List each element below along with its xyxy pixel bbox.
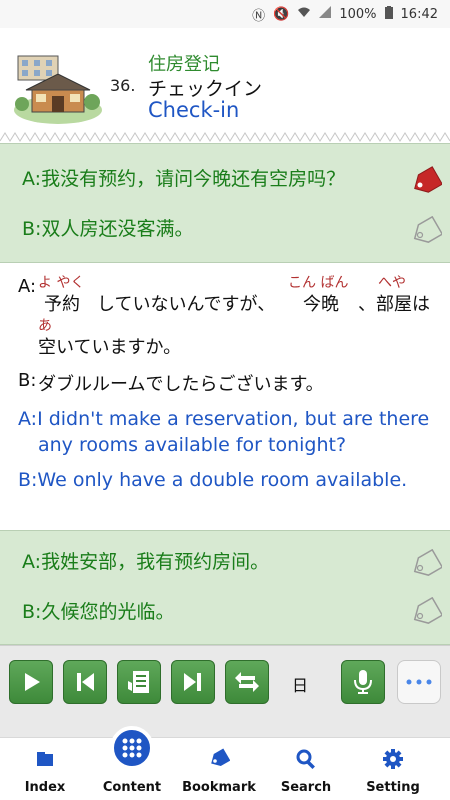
lesson-title-chinese: 住房登记	[148, 54, 220, 75]
record-button[interactable]	[341, 660, 385, 704]
dialog-line-a[interactable]: A:我没有预约，请问今晚还有空房吗？	[22, 164, 345, 191]
nav-label: Search	[280, 780, 332, 795]
jp-word-heya: 、部屋は	[358, 294, 430, 315]
lesson-title-japanese: チェックイン	[148, 78, 263, 100]
dialog-block-previous: A:我没有预约，请问今晚还有空房吗？ B:双人房还没客满。	[0, 143, 450, 263]
jp-word-konban: 今晩	[303, 294, 339, 315]
signal-icon	[319, 6, 332, 22]
nfc-icon: Ⓝ	[252, 8, 266, 24]
nav-index[interactable]: Index	[0, 738, 90, 800]
nav-search[interactable]: Search	[261, 738, 351, 800]
microphone-icon	[354, 670, 372, 694]
next-button[interactable]	[171, 660, 215, 704]
speaker-label-a: A:	[18, 276, 37, 297]
jp-sentence-b: ダブルルームでしたらございます。	[38, 374, 324, 395]
header-divider	[0, 132, 450, 142]
clock: 16:42	[400, 6, 438, 22]
dialog-block-next: A:我姓安部，我有预约房间。 B:久候您的光临。	[0, 530, 450, 645]
english-translation-a: A:I didn't make a reservation, but are t…	[18, 408, 430, 456]
sentence-text: 我姓安部，我有预约房间。	[41, 551, 270, 573]
dialog-line-b[interactable]: B:双人房还没客满。	[22, 214, 193, 241]
lesson-number: 36.	[110, 76, 136, 95]
more-dots-icon	[406, 679, 432, 685]
speaker-label: B:	[22, 218, 42, 240]
playback-controls: 日	[0, 645, 450, 737]
speaker-label-b: B:	[18, 370, 37, 391]
jp-text: していないんですが、	[97, 294, 276, 315]
english-translation-b: B:We only have a double room available.	[18, 469, 408, 491]
skip-next-icon	[184, 673, 201, 691]
lesson-header: 36. 住房登记 チェックイン Check-in	[0, 28, 450, 138]
ruby-heya: へや	[378, 275, 406, 291]
bookmark-tag-outline-icon[interactable]	[410, 597, 442, 629]
nav-label: Bookmark	[182, 780, 256, 795]
jp-word-yoyaku: 予約	[44, 294, 80, 315]
nav-label: Index	[24, 780, 66, 795]
wifi-icon	[297, 6, 311, 22]
previous-button[interactable]	[63, 660, 107, 704]
dialog-line-a[interactable]: A:我姓安部，我有预约房间。	[22, 547, 269, 574]
ruby-a: あ	[38, 318, 52, 334]
play-button[interactable]	[9, 660, 53, 704]
jp-text-line2: 空いていますか。	[38, 337, 182, 358]
sentence-detail-panel: A: よ やく こん ばん へや 予約 していないんですが、 今晩 、部屋は あ…	[0, 263, 450, 530]
ruby-konban: こん ばん	[288, 275, 349, 291]
transcript-button[interactable]	[117, 660, 161, 704]
bookmark-tag-outline-icon[interactable]	[410, 549, 442, 581]
lesson-title-english: Check-in	[148, 98, 240, 122]
bookmark-tag-icon	[211, 748, 230, 767]
bookmark-tag-icon[interactable]	[410, 166, 442, 198]
battery-percent: 100%	[339, 6, 377, 22]
grid-icon	[122, 738, 142, 758]
repeat-mode-button[interactable]	[225, 660, 269, 704]
language-toggle[interactable]: 日	[292, 672, 308, 696]
bottom-navigation: Index Content Bookmark Search Setting	[0, 726, 450, 800]
mute-icon: 🔇	[273, 6, 290, 22]
bookmark-tag-outline-icon[interactable]	[410, 216, 442, 248]
nav-bookmark[interactable]: Bookmark	[174, 738, 264, 800]
skip-previous-icon	[77, 673, 94, 691]
hotel-illustration-icon	[14, 55, 102, 124]
sentence-text: 久候您的光临。	[41, 601, 175, 623]
dialog-line-b[interactable]: B:久候您的光临。	[22, 597, 174, 624]
nav-content[interactable]: Content	[87, 726, 177, 800]
nav-label: Content	[102, 780, 162, 795]
battery-icon	[384, 5, 393, 23]
sentence-text: 双人房还没客满。	[41, 218, 194, 240]
search-icon	[296, 749, 315, 770]
index-book-icon	[37, 752, 53, 766]
document-icon	[128, 671, 149, 693]
ruby-yoyaku: よ やく	[38, 275, 85, 291]
nav-label: Setting	[366, 780, 420, 795]
sentence-text: 我没有预约，请问今晚还有空房吗？	[41, 168, 346, 190]
speaker-label: A:	[22, 168, 42, 190]
speaker-label: B:	[22, 601, 42, 623]
swap-arrows-icon	[235, 672, 259, 692]
more-button[interactable]	[397, 660, 441, 704]
status-bar: Ⓝ 🔇 100% 16:42	[0, 0, 450, 28]
gear-icon	[383, 749, 403, 769]
play-icon	[25, 673, 40, 691]
nav-setting[interactable]: Setting	[348, 738, 438, 800]
speaker-label: A:	[22, 551, 42, 573]
content-highlight	[110, 726, 154, 770]
